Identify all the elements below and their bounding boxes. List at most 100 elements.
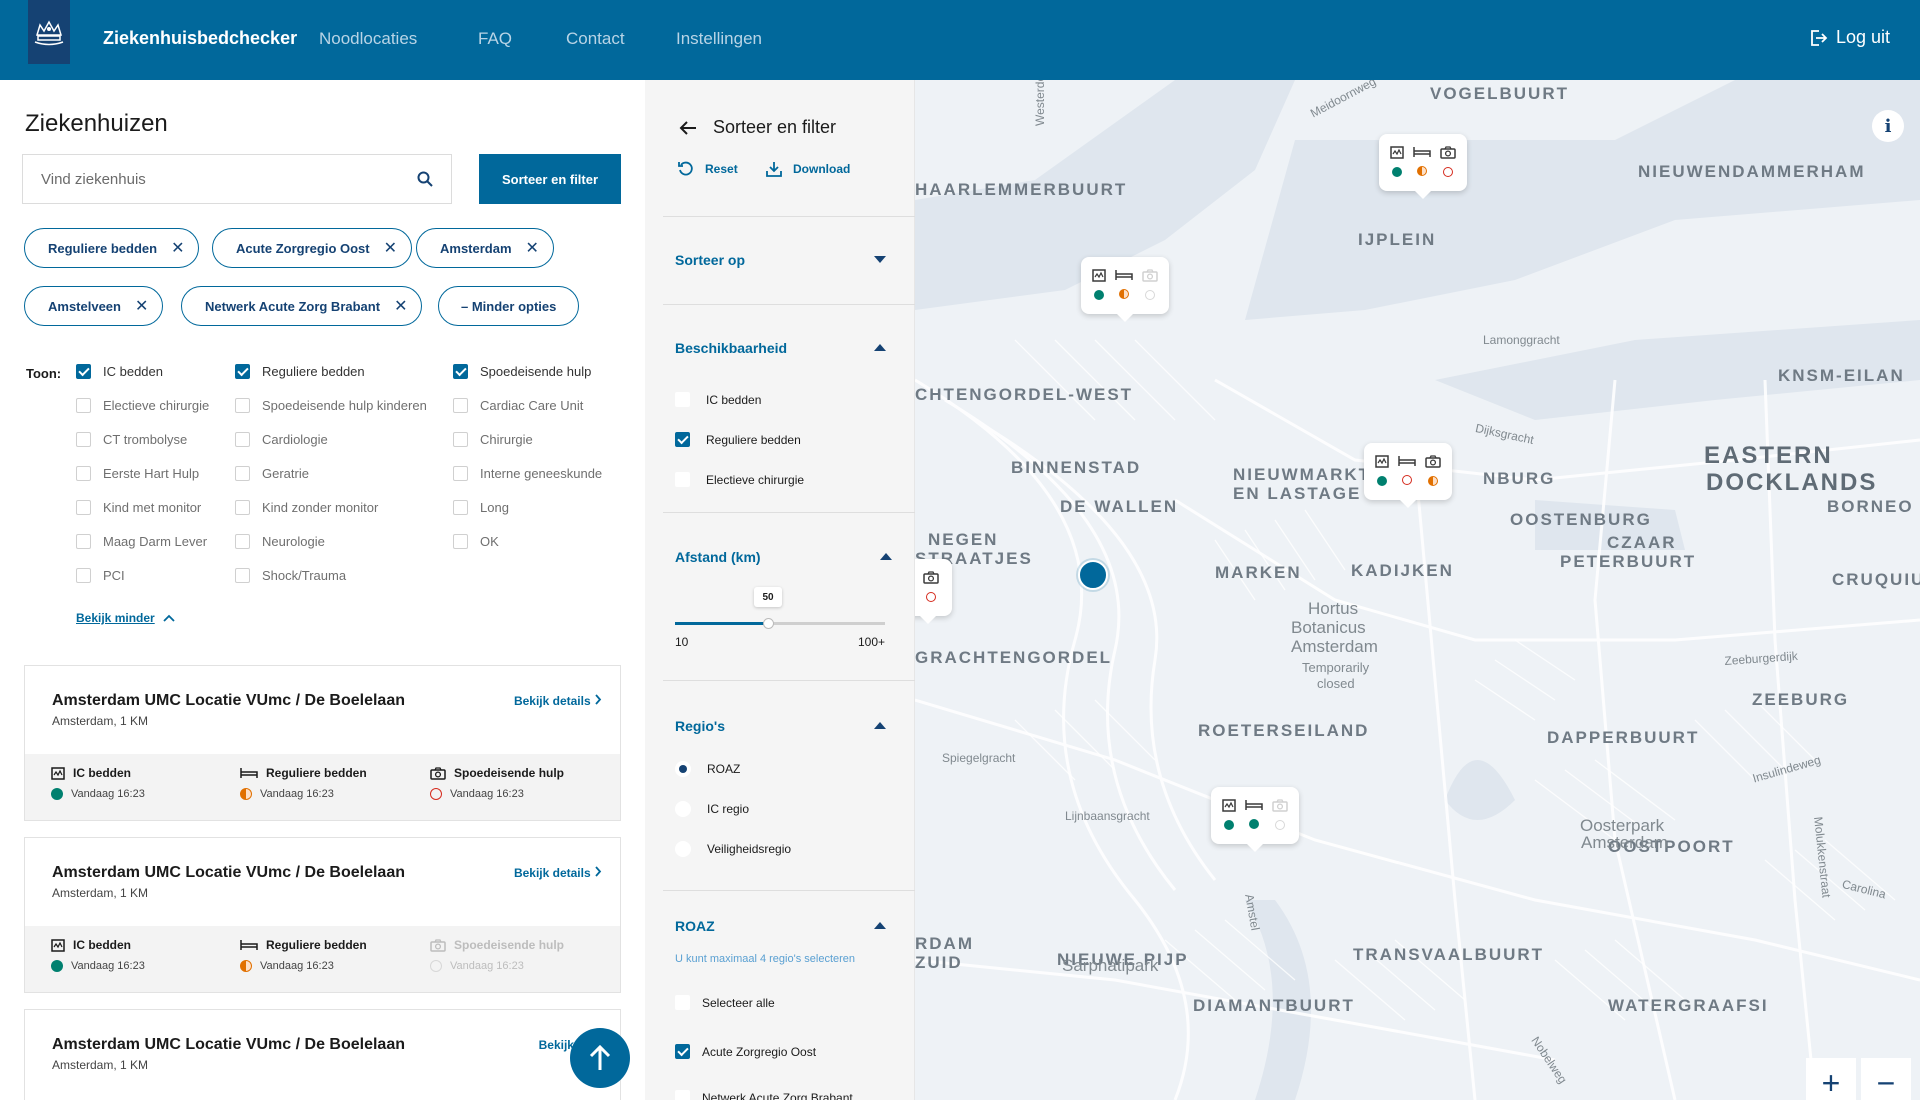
- nav-contact[interactable]: Contact: [566, 29, 625, 49]
- distance-slider[interactable]: [675, 618, 885, 629]
- search-input[interactable]: Vind ziekenhuis: [41, 171, 417, 188]
- filter-checkbox[interactable]: Eerste Hart Hulp: [76, 466, 199, 481]
- caret-up-icon[interactable]: [874, 922, 886, 929]
- close-icon[interactable]: ✕: [135, 296, 148, 316]
- checkbox-icon[interactable]: [235, 500, 250, 515]
- radio-icon[interactable]: [675, 801, 691, 817]
- zoom-out-button[interactable]: −: [1861, 1058, 1911, 1100]
- filter-checkbox[interactable]: Spoedeisende hulp: [453, 364, 591, 379]
- nav-instellingen[interactable]: Instellingen: [676, 29, 762, 49]
- availability-option[interactable]: Electieve chirurgie: [675, 472, 804, 487]
- filter-checkbox[interactable]: Kind met monitor: [76, 500, 201, 515]
- close-icon[interactable]: ✕: [384, 238, 397, 258]
- checkbox-icon[interactable]: [453, 466, 468, 481]
- checkbox-icon[interactable]: [76, 500, 91, 515]
- close-icon[interactable]: ✕: [171, 238, 184, 258]
- caret-up-icon[interactable]: [874, 344, 886, 351]
- checkbox-icon[interactable]: [235, 398, 250, 413]
- caret-up-icon[interactable]: [880, 553, 892, 560]
- search-field[interactable]: Vind ziekenhuis: [22, 154, 452, 204]
- availability-option[interactable]: IC bedden: [675, 392, 761, 407]
- filter-checkbox[interactable]: Cardiologie: [235, 432, 328, 447]
- hospital-card[interactable]: Amsterdam UMC Locatie VUmc / De Boelelaa…: [24, 837, 621, 993]
- hospital-map-marker[interactable]: [1379, 134, 1467, 191]
- close-icon[interactable]: ✕: [526, 238, 539, 258]
- radio-icon[interactable]: [675, 761, 691, 777]
- map-view[interactable]: VOGELBUURT HAARLEMMERBUURT NIEUWENDAMMERHA…: [915, 80, 1920, 1100]
- filter-checkbox[interactable]: Spoedeisende hulp kinderen: [235, 398, 427, 413]
- region-option[interactable]: ROAZ: [675, 761, 740, 777]
- checkbox-icon[interactable]: [453, 432, 468, 447]
- roaz-option[interactable]: Netwerk Acute Zorg Brabant: [675, 1090, 853, 1100]
- nav-noodlocaties[interactable]: Noodlocaties: [319, 29, 417, 49]
- checkbox-icon[interactable]: [675, 432, 690, 447]
- less-options-button[interactable]: – Minder opties: [438, 286, 580, 326]
- filter-checkbox[interactable]: Maag Darm Lever: [76, 534, 207, 549]
- caret-down-icon[interactable]: [874, 256, 886, 263]
- checkbox-icon[interactable]: [76, 568, 91, 583]
- filter-checkbox[interactable]: PCI: [76, 568, 125, 583]
- regions-section-toggle[interactable]: Regio's: [675, 718, 725, 734]
- checkbox-icon[interactable]: [675, 1090, 690, 1100]
- zoom-in-button[interactable]: +: [1806, 1058, 1856, 1100]
- filter-checkbox[interactable]: Geratrie: [235, 466, 309, 481]
- reset-button[interactable]: Reset: [677, 160, 738, 178]
- crown-logo-icon[interactable]: [28, 0, 70, 64]
- filter-checkbox[interactable]: Neurologie: [235, 534, 325, 549]
- download-button[interactable]: Download: [765, 160, 850, 178]
- slider-handle[interactable]: [763, 618, 774, 629]
- sort-section-toggle[interactable]: Sorteer op: [675, 252, 745, 268]
- roaz-option[interactable]: Acute Zorgregio Oost: [675, 1044, 816, 1059]
- hospital-map-marker[interactable]: [1211, 787, 1299, 844]
- checkbox-icon[interactable]: [235, 432, 250, 447]
- details-link[interactable]: Bekijk details: [514, 866, 602, 880]
- region-option[interactable]: IC regio: [675, 801, 749, 817]
- brand-name[interactable]: Ziekenhuisbedchecker: [103, 28, 297, 49]
- filter-chip[interactable]: Amstelveen ✕: [24, 286, 164, 326]
- filter-chip[interactable]: Reguliere bedden ✕: [24, 228, 200, 268]
- distance-section-toggle[interactable]: Afstand (km): [675, 549, 761, 565]
- checkbox-icon[interactable]: [453, 364, 468, 379]
- info-icon[interactable]: i: [1872, 110, 1904, 142]
- hospital-card[interactable]: Amsterdam UMC Locatie VUmc / De Boelelaa…: [24, 665, 621, 821]
- hospital-map-marker[interactable]: [1364, 443, 1452, 500]
- filter-chip[interactable]: Acute Zorgregio Oost ✕: [212, 228, 413, 268]
- roaz-section-toggle[interactable]: ROAZ: [675, 918, 715, 934]
- checkbox-icon[interactable]: [675, 472, 690, 487]
- checkbox-icon[interactable]: [235, 568, 250, 583]
- filter-checkbox[interactable]: CT trombolyse: [76, 432, 187, 447]
- close-icon[interactable]: ✕: [394, 296, 407, 316]
- checkbox-icon[interactable]: [235, 466, 250, 481]
- roaz-option[interactable]: Selecteer alle: [675, 995, 775, 1010]
- show-less-link[interactable]: Bekijk minder: [76, 611, 175, 625]
- filter-checkbox[interactable]: IC bedden: [76, 364, 163, 379]
- availability-option[interactable]: Reguliere bedden: [675, 432, 801, 447]
- filter-checkbox[interactable]: OK: [453, 534, 499, 549]
- back-arrow-icon[interactable]: [678, 118, 698, 138]
- checkbox-icon[interactable]: [76, 534, 91, 549]
- region-option[interactable]: Veiligheidsregio: [675, 841, 791, 857]
- filter-checkbox[interactable]: Interne geneeskunde: [453, 466, 602, 481]
- radio-icon[interactable]: [675, 841, 691, 857]
- checkbox-icon[interactable]: [235, 364, 250, 379]
- filter-chip[interactable]: Netwerk Acute Zorg Brabant ✕: [181, 286, 423, 326]
- filter-checkbox[interactable]: Cardiac Care Unit: [453, 398, 583, 413]
- checkbox-icon[interactable]: [453, 398, 468, 413]
- checkbox-icon[interactable]: [675, 392, 690, 407]
- filter-checkbox[interactable]: Electieve chirurgie: [76, 398, 209, 413]
- checkbox-icon[interactable]: [675, 995, 690, 1010]
- checkbox-icon[interactable]: [76, 398, 91, 413]
- checkbox-icon[interactable]: [76, 432, 91, 447]
- checkbox-icon[interactable]: [235, 534, 250, 549]
- hospital-map-marker[interactable]: [1081, 257, 1169, 314]
- hospital-map-marker[interactable]: [915, 559, 952, 616]
- filter-checkbox[interactable]: Kind zonder monitor: [235, 500, 378, 515]
- logout-button[interactable]: Log uit: [1808, 27, 1890, 48]
- search-icon[interactable]: [417, 171, 433, 187]
- caret-up-icon[interactable]: [874, 722, 886, 729]
- filter-checkbox[interactable]: Long: [453, 500, 509, 515]
- checkbox-icon[interactable]: [76, 364, 91, 379]
- checkbox-icon[interactable]: [453, 500, 468, 515]
- filter-checkbox[interactable]: Shock/Trauma: [235, 568, 346, 583]
- hospital-card[interactable]: Amsterdam UMC Locatie VUmc / De Boelelaa…: [24, 1009, 621, 1100]
